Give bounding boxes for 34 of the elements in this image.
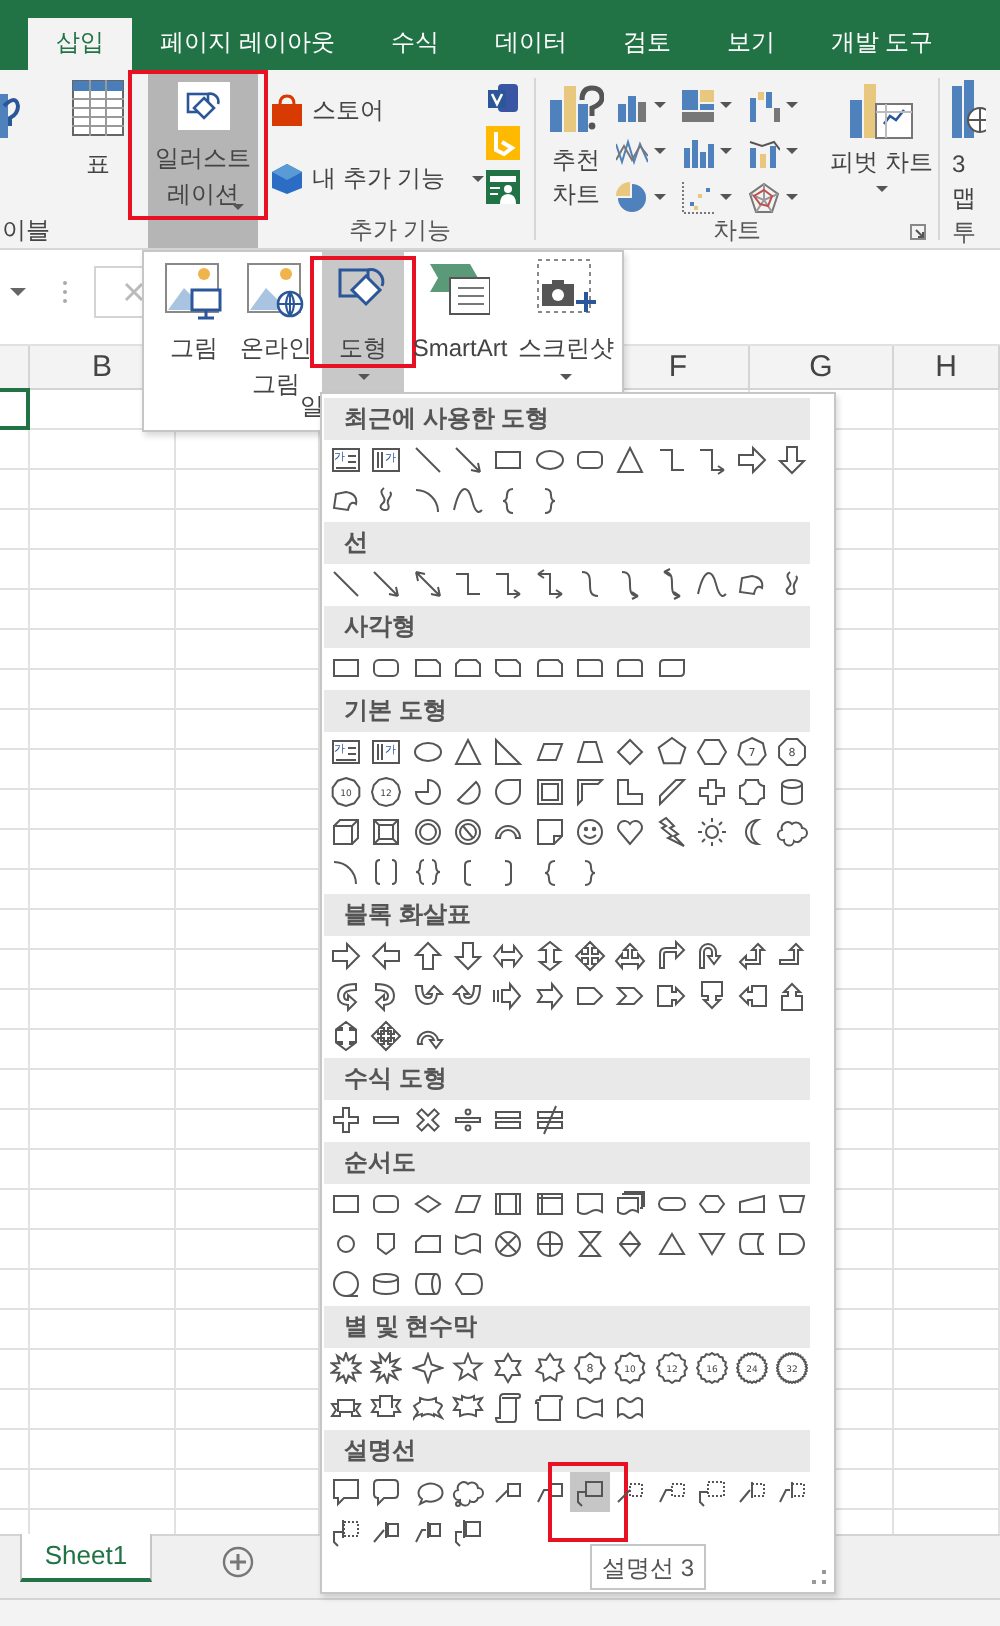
- ribbon-tab[interactable]: 페이지 레이아웃: [132, 18, 363, 70]
- ribbon-tab[interactable]: 보기: [698, 18, 803, 70]
- group-label: 차트: [713, 214, 761, 248]
- my-addins-button[interactable]: 내 추가 기능: [270, 162, 486, 196]
- section-header: 기본 도형: [324, 690, 810, 732]
- section-header: 순서도: [324, 1142, 810, 1184]
- sheet-tab[interactable]: Sheet1: [20, 1534, 152, 1582]
- ribbon-button[interactable]: 온라인 그림: [234, 252, 318, 392]
- section-header: 사각형: [324, 606, 810, 648]
- button-label[interactable]: 이블: [2, 214, 44, 248]
- store-button[interactable]: 스토어: [270, 94, 486, 128]
- group-label: 추가 기능: [346, 214, 454, 248]
- ribbon-button[interactable]: 도형: [322, 252, 404, 392]
- ribbon-tab[interactable]: 개발 도구: [802, 18, 962, 70]
- section-header: 설명선: [324, 1430, 810, 1472]
- ribbon-tab[interactable]: 수식: [362, 18, 467, 70]
- pivot-chart-button[interactable]: 피벗 차트: [828, 70, 934, 214]
- section-header: 선: [324, 522, 810, 564]
- ribbon-tab[interactable]: 삽입: [28, 18, 132, 70]
- table-button[interactable]: 표: [72, 70, 124, 182]
- ribbon-tab[interactable]: 데이터: [466, 18, 595, 70]
- group-label: 일: [300, 390, 324, 424]
- section-header: 별 및 현수막: [324, 1306, 810, 1348]
- recommended-charts-button[interactable]: 추천 차트: [540, 70, 613, 214]
- ribbon-tab[interactable]: 검토: [594, 18, 699, 70]
- column-header[interactable]: H: [894, 346, 1000, 388]
- section-header: 블록 화살표: [324, 894, 810, 936]
- group-label: 투: [952, 216, 978, 250]
- section-header: 수식 도형: [324, 1058, 810, 1100]
- illustrations-button[interactable]: 일러스트 레이션: [148, 70, 258, 248]
- map-button[interactable]: 3 맵: [952, 70, 1000, 216]
- column-header[interactable]: G: [750, 346, 894, 388]
- tooltip: 설명선 3: [590, 1544, 707, 1590]
- section-header: 최근에 사용한 도형: [324, 398, 810, 440]
